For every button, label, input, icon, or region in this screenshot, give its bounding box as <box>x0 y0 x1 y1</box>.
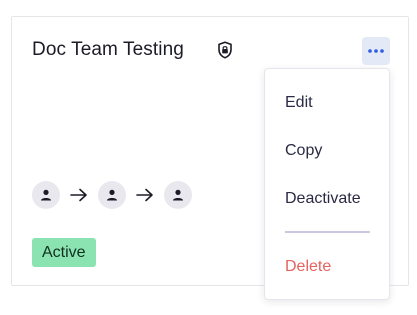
menu-item-copy[interactable]: Copy <box>285 142 322 160</box>
user-icon <box>98 181 126 209</box>
options-menu: Edit Copy Deactivate Delete <box>264 68 390 300</box>
menu-item-deactivate[interactable]: Deactivate <box>285 190 361 208</box>
arrow-right-icon <box>126 181 164 209</box>
user-icon <box>164 181 192 209</box>
arrow-right-icon <box>60 181 98 209</box>
approval-flow <box>32 181 192 209</box>
lock-icon <box>217 41 233 59</box>
status-badge: Active <box>32 238 96 267</box>
user-icon <box>32 181 60 209</box>
menu-divider <box>285 231 370 233</box>
menu-item-delete[interactable]: Delete <box>285 258 331 276</box>
more-options-button[interactable] <box>362 37 390 65</box>
more-horizontal-icon <box>368 49 384 53</box>
card-title: Doc Team Testing <box>32 39 184 60</box>
menu-item-edit[interactable]: Edit <box>285 94 313 112</box>
